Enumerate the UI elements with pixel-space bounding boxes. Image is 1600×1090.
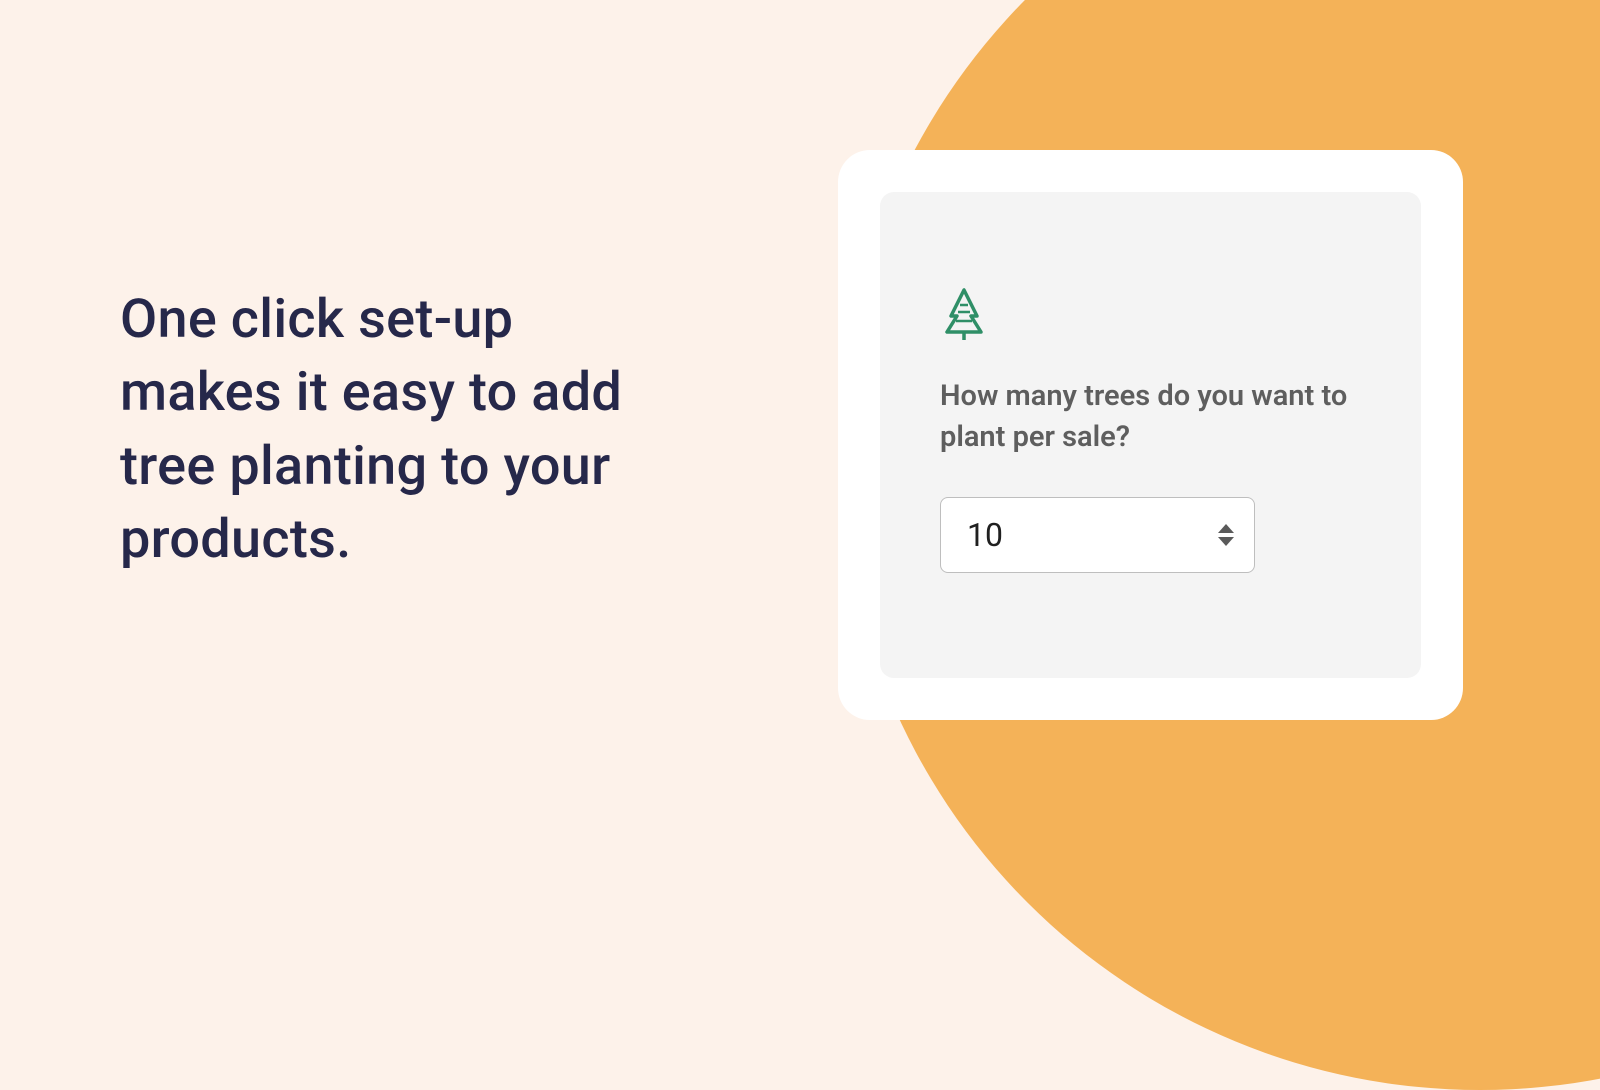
hero-headline: One click set-up makes it easy to add tr…	[120, 283, 680, 577]
chevron-down-icon[interactable]	[1218, 537, 1234, 546]
chevron-up-icon[interactable]	[1218, 524, 1234, 533]
setup-card: How many trees do you want to plant per …	[838, 150, 1463, 720]
quantity-value[interactable]: 10	[967, 516, 1218, 554]
quantity-stepper[interactable]: 10	[940, 497, 1255, 573]
question-label: How many trees do you want to plant per …	[940, 376, 1360, 457]
card-panel: How many trees do you want to plant per …	[880, 192, 1421, 678]
tree-icon	[940, 288, 1361, 344]
stepper-controls	[1218, 524, 1234, 546]
